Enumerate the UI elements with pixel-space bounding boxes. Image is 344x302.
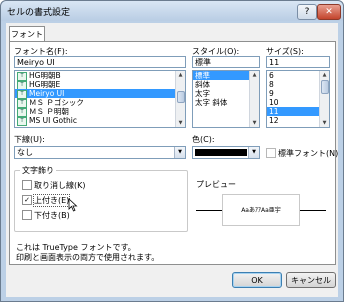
- scroll-down-icon[interactable]: ▼: [320, 119, 329, 127]
- list-item[interactable]: T HG明朝E: [15, 80, 176, 90]
- close-button[interactable]: ✕: [317, 4, 341, 20]
- preview-title: プレビュー: [196, 180, 236, 189]
- list-item[interactable]: 6: [267, 71, 320, 80]
- title-bar[interactable]: セルの書式設定 ? ✕: [1, 1, 343, 21]
- list-item[interactable]: T ＭＳ Ｐゴシック: [15, 98, 176, 108]
- mouse-cursor-icon: [68, 198, 78, 212]
- font-item-label: ＭＳ Ｐ明朝: [29, 107, 69, 116]
- preview-box: AaあｱｱAa亜宇: [196, 190, 326, 230]
- dialog-client: フォント フォント名(F): Meiryo UI T HG明朝B T HG明朝E T…: [6, 23, 338, 297]
- underline-label: 下線(U):: [14, 135, 45, 144]
- scroll-thumb[interactable]: [177, 91, 185, 103]
- scroll-up-icon[interactable]: ▲: [176, 71, 185, 79]
- list-item[interactable]: T ＭＳ Ｐ明朝: [15, 107, 176, 117]
- strikethrough-checkbox[interactable]: [22, 180, 32, 190]
- info-line-2: 印刷と画面表示の両方で使用されます。: [16, 253, 160, 262]
- chevron-down-icon[interactable]: ▼: [248, 147, 259, 158]
- underline-select[interactable]: なし ▼: [14, 146, 186, 159]
- truetype-icon: T: [17, 116, 27, 126]
- font-item-label: ＭＳ Ｐゴシック: [29, 98, 84, 107]
- list-item[interactable]: 12: [267, 116, 320, 125]
- dialog-title: セルの書式設定: [7, 8, 71, 18]
- font-list-scrollbar[interactable]: ▲ ▼: [175, 71, 185, 127]
- tab-font[interactable]: フォント: [9, 26, 45, 42]
- preview-sample: AaあｱｱAa亜宇: [222, 194, 300, 226]
- font-name-list[interactable]: T HG明朝B T HG明朝E T Meiryo UI T ＭＳ Ｐゴシック T ＭＳ Ｐ…: [14, 70, 186, 128]
- list-item[interactable]: 太字: [193, 89, 250, 98]
- color-select[interactable]: ▼: [192, 146, 260, 159]
- list-item[interactable]: T MS UI Gothic: [15, 116, 176, 126]
- normal-font-checkbox[interactable]: [266, 148, 276, 158]
- color-label: 色(C):: [192, 135, 215, 144]
- font-item-label: MS UI Gothic: [29, 116, 78, 125]
- size-list-scrollbar[interactable]: ▲ ▼: [319, 71, 329, 127]
- font-name-input[interactable]: Meiryo UI: [14, 56, 186, 68]
- scroll-up-icon[interactable]: ▲: [320, 71, 329, 79]
- list-item[interactable]: 10: [267, 98, 320, 107]
- ok-button[interactable]: OK: [232, 272, 282, 288]
- preview-line-left: [196, 210, 222, 211]
- superscript-label: 上付き(E): [32, 194, 71, 207]
- dialog-window: セルの書式設定 ? ✕ フォント フォント名(F): Meiryo UI T HG…: [0, 0, 344, 302]
- underline-value: なし: [17, 148, 33, 157]
- superscript-checkbox[interactable]: ✓: [22, 195, 32, 205]
- preview-line-right: [300, 210, 326, 211]
- color-swatch: [195, 149, 247, 156]
- style-list[interactable]: 標準 斜体 太字 太字 斜体 ▲ ▼: [192, 70, 260, 128]
- size-list[interactable]: 6 8 9 10 11 12 ▲ ▼: [266, 70, 330, 128]
- chevron-down-icon[interactable]: ▼: [174, 147, 185, 158]
- cancel-button[interactable]: キャンセル: [286, 272, 336, 288]
- subscript-checkbox[interactable]: [22, 210, 32, 220]
- style-list-scrollbar[interactable]: ▲ ▼: [249, 71, 259, 127]
- font-panel: フォント名(F): Meiryo UI T HG明朝B T HG明朝E T Meiry…: [9, 41, 339, 265]
- list-item[interactable]: 11: [267, 107, 320, 116]
- style-input[interactable]: 標準: [192, 56, 260, 68]
- size-input[interactable]: 11: [266, 56, 330, 68]
- list-item[interactable]: 標準: [193, 71, 250, 80]
- subscript-label: 下付き(B): [34, 211, 70, 220]
- help-button[interactable]: ?: [297, 4, 317, 20]
- list-item[interactable]: 斜体: [193, 80, 250, 89]
- scroll-down-icon[interactable]: ▼: [250, 119, 259, 127]
- list-item[interactable]: 9: [267, 89, 320, 98]
- list-item[interactable]: 8: [267, 80, 320, 89]
- list-item[interactable]: T Meiryo UI: [15, 89, 176, 99]
- scroll-down-icon[interactable]: ▼: [176, 119, 185, 127]
- scroll-thumb[interactable]: [321, 80, 329, 94]
- font-item-label: HG明朝B: [29, 71, 61, 80]
- font-item-label: Meiryo UI: [29, 89, 65, 98]
- effects-title: 文字飾り: [20, 165, 56, 176]
- normal-font-label: 標準フォント(N): [278, 149, 339, 158]
- strikethrough-label: 取り消し線(K): [34, 181, 86, 190]
- font-item-label: HG明朝E: [29, 80, 61, 89]
- list-item[interactable]: 太字 斜体: [193, 98, 250, 107]
- list-item[interactable]: T HG明朝B: [15, 71, 176, 81]
- scroll-up-icon[interactable]: ▲: [250, 71, 259, 79]
